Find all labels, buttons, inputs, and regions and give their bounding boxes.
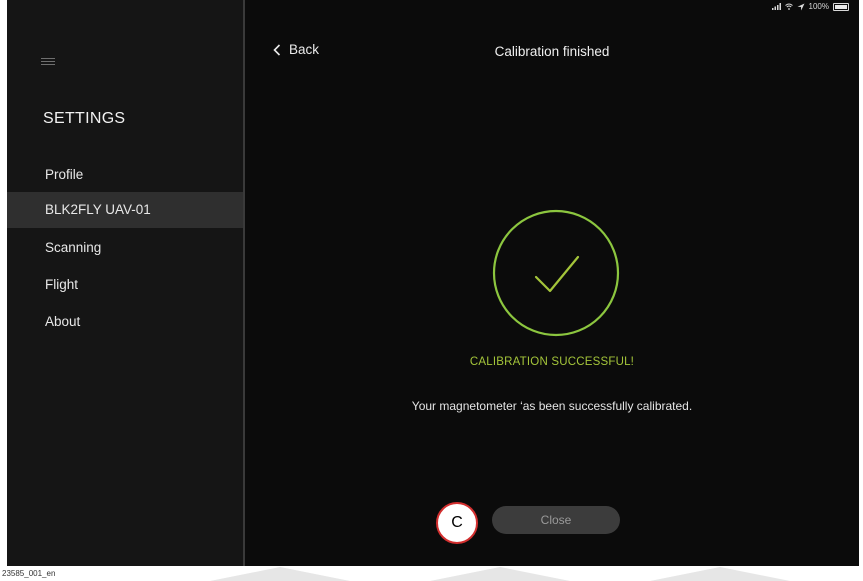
sidebar-item-about[interactable]: About [7,304,243,340]
settings-sidebar: SETTINGS Profile BLK2FLY UAV-01 Scanning… [7,0,243,566]
tablet-screen: SETTINGS Profile BLK2FLY UAV-01 Scanning… [7,0,859,566]
sidebar-title: SETTINGS [43,110,126,127]
battery-percentage: 100% [808,2,829,11]
sidebar-item-scanning[interactable]: Scanning [7,230,243,266]
calibration-description: Your magnetometer ‘as been successfully … [411,399,693,413]
success-check-icon [492,209,620,337]
wifi-icon [784,3,793,10]
figure-caption: 23585_001_en [2,569,56,578]
callout-marker: C [436,502,478,544]
close-button[interactable]: Close [492,506,620,534]
page-title: Calibration finished [494,44,610,59]
watermark-shape [650,567,790,581]
sidebar-item-profile[interactable]: Profile [7,157,243,193]
sidebar-divider [243,0,245,566]
sidebar-item-flight[interactable]: Flight [7,267,243,303]
calibration-status: CALIBRATION SUCCESSFUL! [469,356,635,368]
cellular-signal-icon [771,3,781,10]
sidebar-item-blk2fly-uav-01[interactable]: BLK2FLY UAV-01 [7,192,243,228]
battery-icon [833,2,849,11]
watermark-shape [430,567,570,581]
location-arrow-icon [797,3,805,10]
watermark-shape [210,567,350,581]
status-bar: 100% [771,2,849,11]
hamburger-menu-icon[interactable] [41,58,55,66]
